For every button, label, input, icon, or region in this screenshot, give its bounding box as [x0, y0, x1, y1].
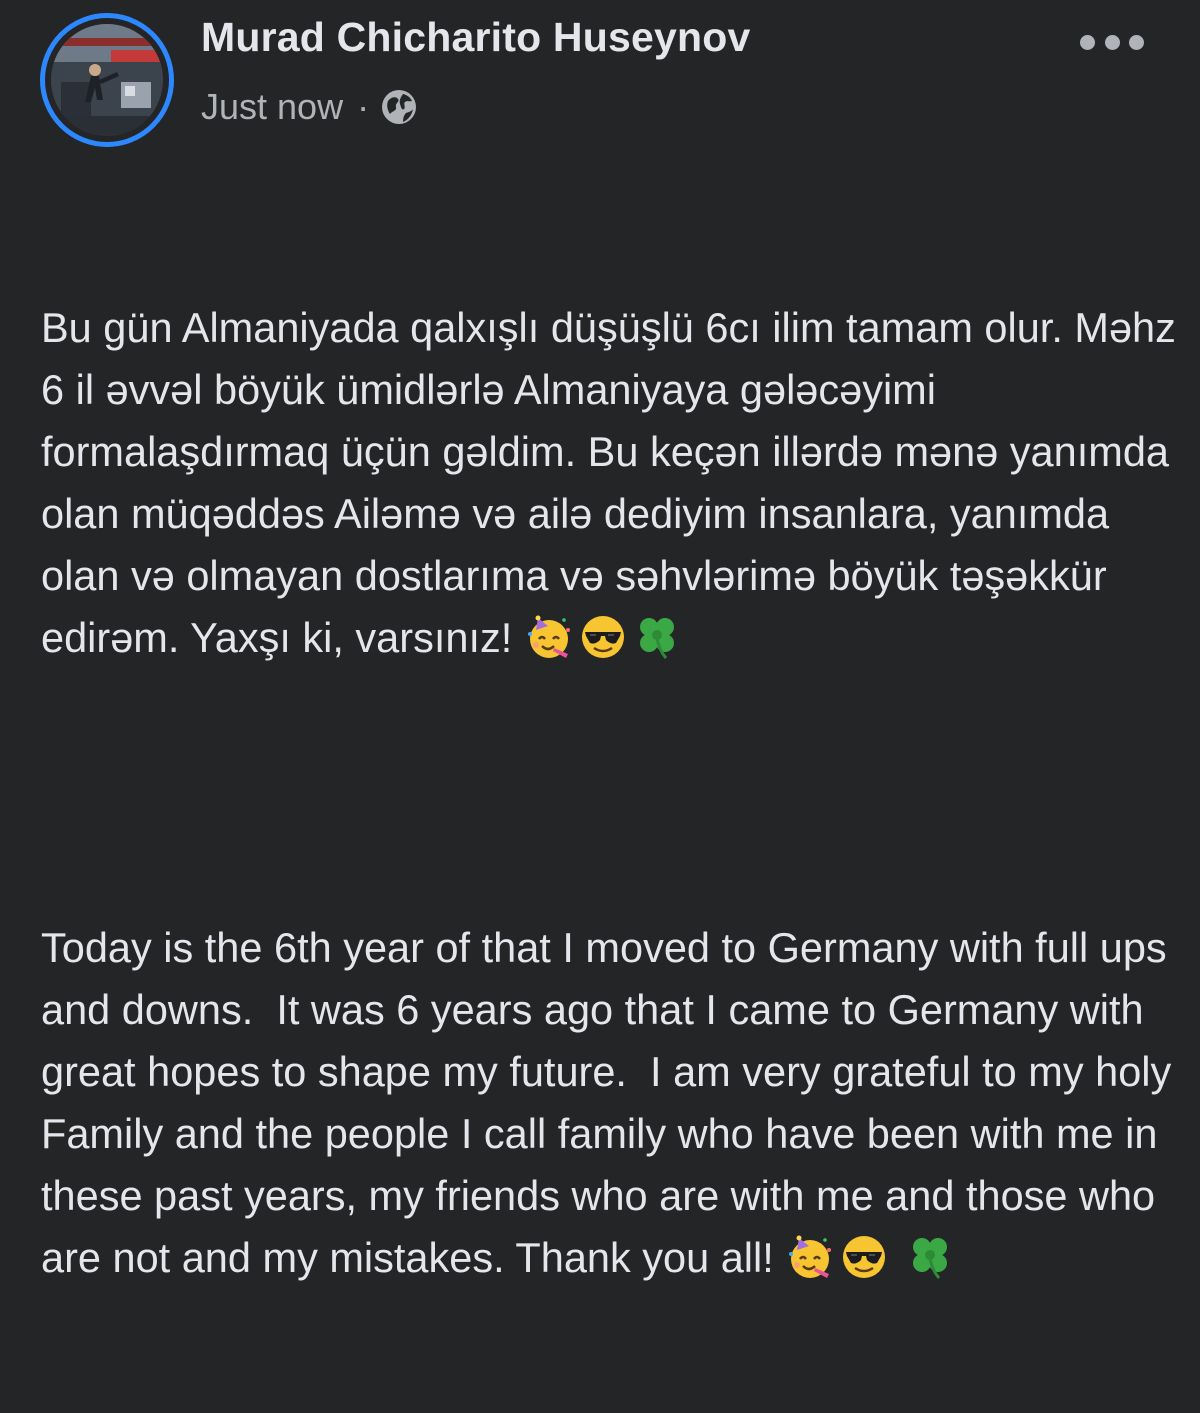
dot: [1080, 34, 1095, 50]
dot: [1104, 34, 1120, 50]
meta-separator: ·: [357, 86, 370, 127]
profile-photo-icon: [51, 24, 163, 136]
post-paragraph-english: Today is the 6th year of that I moved to…: [41, 917, 1181, 1289]
timestamp[interactable]: Just now: [201, 86, 343, 128]
globe-icon[interactable]: [379, 87, 419, 127]
avatar[interactable]: [40, 13, 174, 147]
smiling-face-with-sunglasses-icon: [578, 612, 628, 662]
facebook-post: Murad Chicharito Huseynov Just now · Bu …: [0, 0, 1200, 1281]
post-meta: Just now ·: [201, 82, 419, 132]
post-paragraph-azerbaijani: Bu gün Almaniyada qalxışlı düşüşlü 6cı i…: [41, 297, 1181, 669]
paragraph-text: Today is the 6th year of that I moved to…: [41, 924, 1183, 1281]
four-leaf-clover-icon: [632, 612, 682, 662]
dot: [1129, 34, 1144, 50]
four-leaf-clover-icon: [905, 1232, 955, 1282]
more-options-icon[interactable]: [1080, 22, 1144, 62]
author-name[interactable]: Murad Chicharito Huseynov: [201, 14, 750, 61]
partying-face-icon: [785, 1232, 835, 1282]
partying-face-icon: [524, 612, 574, 662]
paragraph-text: Bu gün Almaniyada qalxışlı düşüşlü 6cı i…: [41, 304, 1188, 661]
smiling-face-with-sunglasses-icon: [839, 1232, 889, 1282]
post-body: Bu gün Almaniyada qalxışlı düşüşlü 6cı i…: [41, 173, 1181, 1413]
